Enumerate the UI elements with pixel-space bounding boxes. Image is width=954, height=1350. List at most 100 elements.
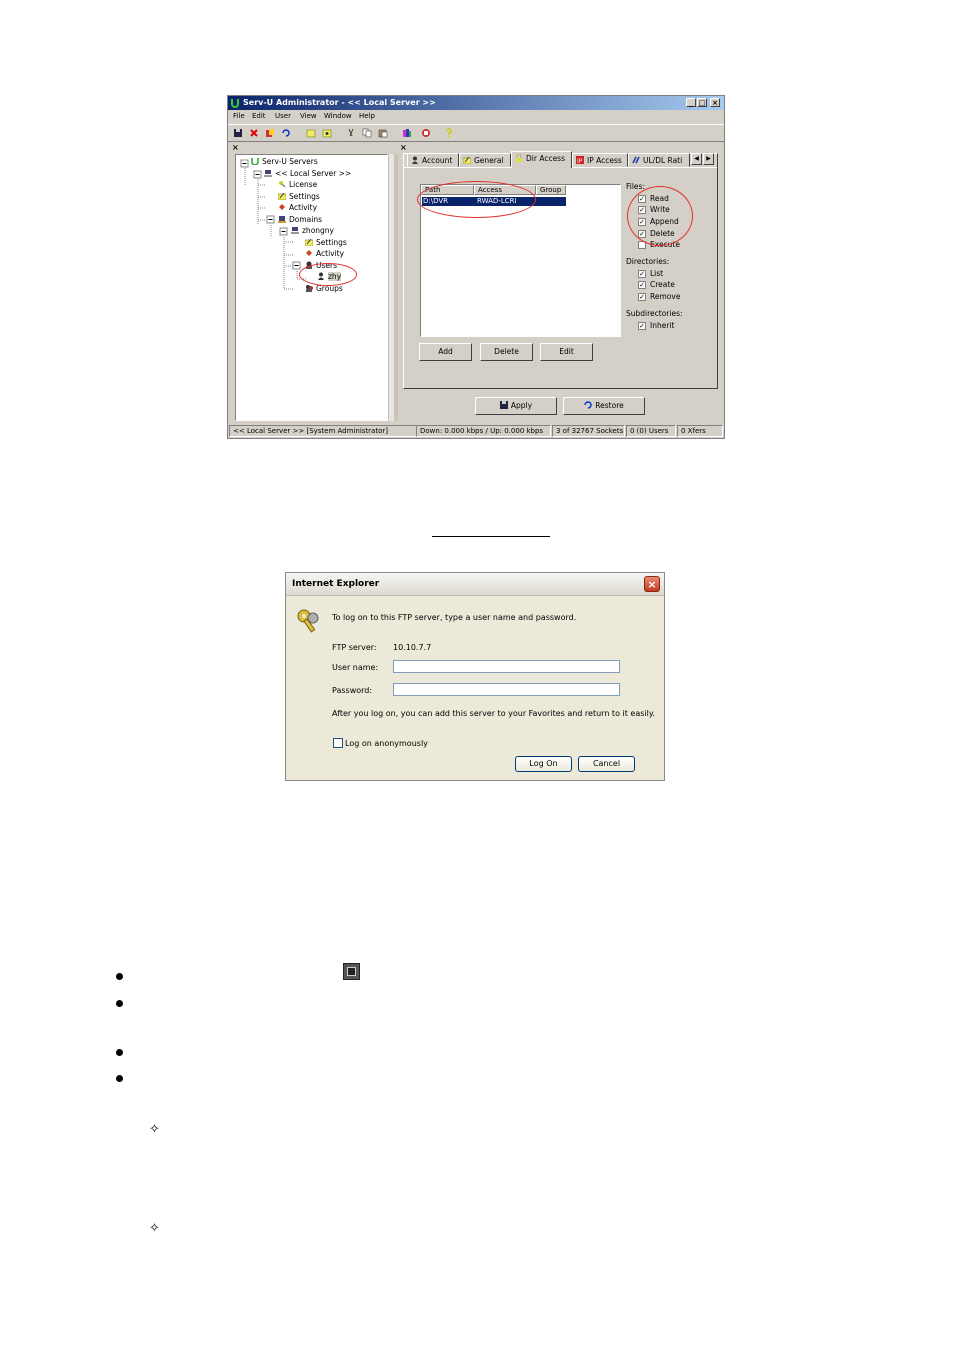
domain-icon	[291, 227, 299, 234]
splitter[interactable]	[394, 154, 398, 421]
status-users: 0 (0) Users	[626, 425, 676, 437]
minimize-button[interactable]: _	[686, 98, 696, 107]
menu-file[interactable]: File	[233, 112, 245, 120]
key-icon	[279, 181, 286, 188]
properties-icon[interactable]	[265, 128, 275, 138]
tree-item-settings[interactable]: Settings	[278, 192, 320, 201]
anonymous-checkbox[interactable]	[333, 738, 343, 748]
settings-icon	[278, 192, 286, 200]
status-bar: << Local Server >> [System Administrator…	[228, 424, 724, 438]
undo-icon[interactable]	[281, 128, 291, 138]
list-checkbox[interactable]: ✓	[638, 270, 646, 278]
tab-general[interactable]: General	[459, 153, 511, 167]
tree-item-zhongny[interactable]: zhongny	[291, 226, 334, 235]
tree-item-domain-settings[interactable]: Settings	[305, 238, 347, 247]
tab-account[interactable]: Account	[407, 153, 459, 167]
dir-access-list[interactable]: Path Access Group D:\DVR RWAD-LCRI	[417, 181, 621, 337]
add-button[interactable]: Add	[419, 343, 472, 361]
copy-icon[interactable]	[362, 128, 372, 138]
paste-icon[interactable]	[378, 128, 388, 138]
menu-window[interactable]: Window	[324, 112, 352, 120]
tab-panel: Account General Dir Access IP IP Access U…	[403, 151, 718, 389]
inherit-label: Inherit	[650, 321, 675, 330]
tree-label: Activity	[289, 203, 318, 212]
serv-u-icon	[251, 158, 259, 165]
tab-scroll-right-button[interactable]: ▶	[703, 153, 714, 165]
list-label: List	[650, 269, 664, 278]
delete-icon[interactable]	[249, 128, 259, 138]
tab-label: General	[474, 156, 504, 165]
create-label: Create	[650, 280, 675, 289]
highlight-circle	[299, 263, 357, 286]
whats-this-icon[interactable]	[444, 128, 454, 138]
menu-user[interactable]: User	[275, 112, 291, 120]
password-label: Password:	[332, 686, 373, 695]
inherit-checkbox[interactable]: ✓	[638, 322, 646, 330]
tab-label: IP Access	[587, 156, 622, 165]
svg-text:IP: IP	[577, 158, 583, 164]
title-bar: Serv-U Administrator - << Local Server >…	[228, 96, 724, 110]
books-icon[interactable]	[402, 128, 412, 138]
left-pane-close-icon[interactable]: ×	[232, 143, 239, 152]
tree-item-activity[interactable]: Activity	[278, 203, 317, 212]
folder-up-icon[interactable]	[306, 128, 316, 138]
servu-admin-window: Serv-U Administrator - << Local Server >…	[227, 95, 725, 439]
tree-pane: Serv-U Servers << Local Server >> Licens…	[235, 154, 397, 421]
window-title: Serv-U Administrator - << Local Server >…	[243, 98, 436, 107]
tree-item-license[interactable]: License	[278, 180, 317, 189]
activity-icon	[306, 250, 312, 256]
tree-item-domain-activity[interactable]: Activity	[305, 249, 344, 258]
tab-ip-access[interactable]: IP IP Access	[572, 153, 628, 167]
create-checkbox[interactable]: ✓	[638, 281, 646, 289]
column-group[interactable]: Group	[536, 185, 566, 195]
sparkle-bullet-icon: ✧	[149, 1221, 160, 1236]
dialog-title-bar: Internet Explorer ×	[286, 573, 664, 596]
bullet-4	[116, 1075, 123, 1082]
console-icon	[343, 963, 360, 980]
settings-icon	[305, 238, 313, 246]
remove-checkbox[interactable]: ✓	[638, 293, 646, 301]
close-button[interactable]: ×	[710, 98, 720, 107]
tab-scroll-left-button[interactable]: ◀	[691, 153, 702, 165]
save-icon[interactable]	[233, 128, 243, 138]
ip-icon: IP	[576, 156, 584, 164]
menu-help[interactable]: Help	[359, 112, 375, 120]
apply-button[interactable]: Apply	[475, 397, 557, 415]
menu-view[interactable]: View	[300, 112, 317, 120]
cancel-button[interactable]: Cancel	[578, 756, 635, 772]
tab-ul-dl-ratio[interactable]: UL/DL Rati	[628, 153, 690, 167]
right-pane-close-icon[interactable]: ×	[400, 143, 407, 152]
edit-button[interactable]: Edit	[540, 343, 593, 361]
folder-new-icon[interactable]	[322, 128, 332, 138]
restore-button[interactable]: Restore	[563, 397, 645, 415]
lock-icon	[516, 154, 522, 162]
log-on-button[interactable]: Log On	[515, 756, 572, 772]
activity-icon	[279, 204, 285, 210]
anonymous-label: Log on anonymously	[345, 739, 428, 748]
status-xfers: 0 Xfers	[677, 425, 723, 437]
menu-edit[interactable]: Edit	[252, 112, 266, 120]
tree-item-domains[interactable]: Domains	[278, 215, 322, 224]
tree-item-serv-u-servers[interactable]: Serv-U Servers	[251, 157, 318, 166]
apply-label: Apply	[510, 401, 533, 410]
help-book-icon[interactable]	[421, 128, 431, 138]
ftp-server-label: FTP server:	[332, 643, 377, 652]
tree-item-local-server[interactable]: << Local Server >>	[264, 169, 351, 178]
password-field[interactable]	[393, 683, 620, 696]
cut-icon[interactable]	[346, 128, 356, 138]
maximize-button[interactable]: □	[697, 98, 707, 107]
tab-dir-access[interactable]: Dir Access	[511, 151, 572, 168]
tree-label: License	[289, 180, 318, 189]
delete-button[interactable]: Delete	[480, 343, 533, 361]
close-icon[interactable]: ×	[644, 576, 660, 592]
user-name-field[interactable]	[393, 660, 620, 673]
tree-label: Settings	[316, 238, 347, 247]
subdirectories-label: Subdirectories:	[626, 309, 683, 318]
ftp-server-value: 10.10.7.7	[393, 643, 432, 652]
tree-label: Domains	[289, 215, 323, 224]
directories-label: Directories:	[626, 257, 670, 266]
groups-icon	[306, 285, 313, 292]
blank-underline	[432, 536, 550, 537]
undo-icon	[584, 401, 592, 409]
save-icon	[499, 401, 508, 409]
